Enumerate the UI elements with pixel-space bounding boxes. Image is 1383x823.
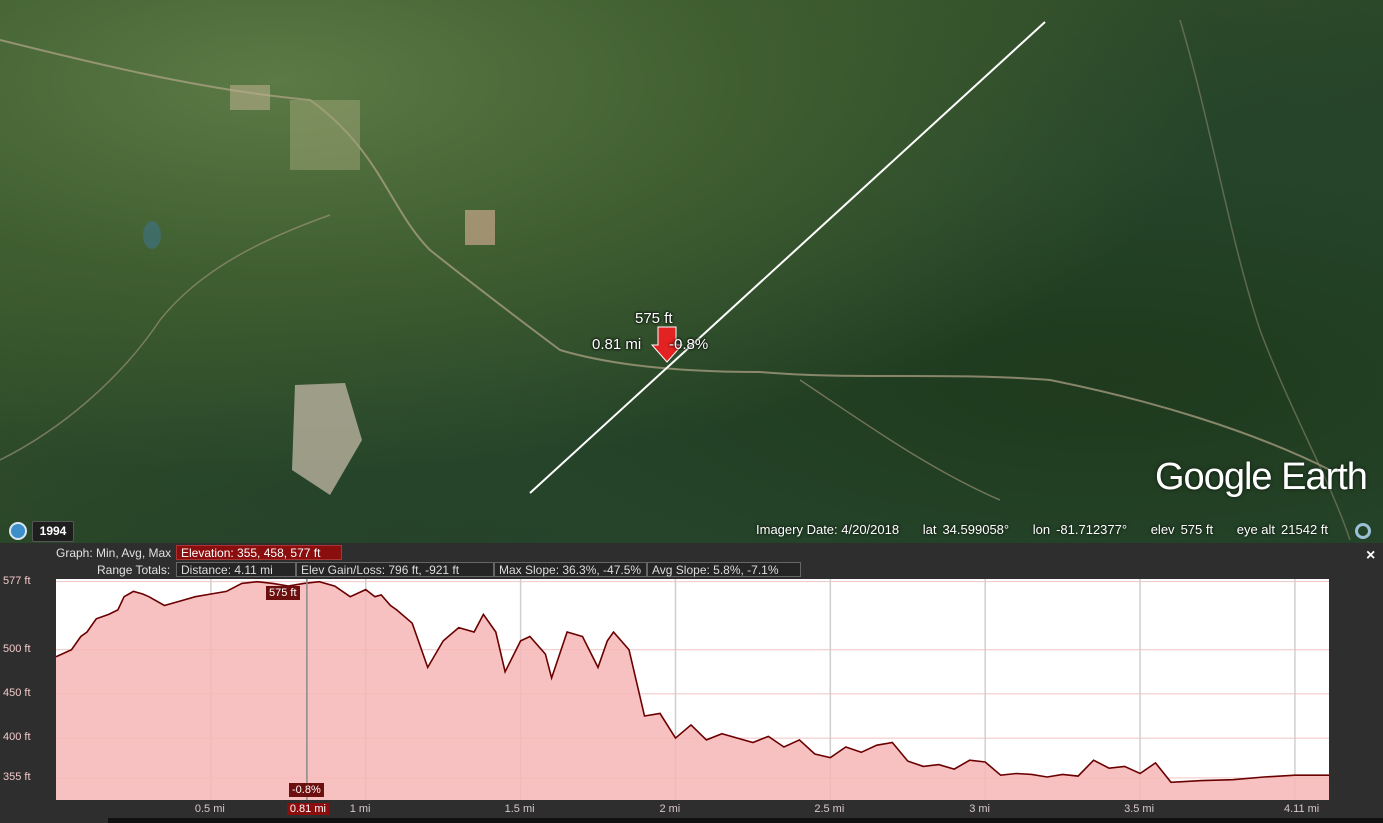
lon-value: -81.712377° xyxy=(1056,522,1128,537)
y-tick-label: 450 ft xyxy=(3,686,31,699)
marker-slope-label: -0.8% xyxy=(669,336,709,353)
x-tick-label: 4.11 mi xyxy=(1284,803,1320,815)
elev-label: elev xyxy=(1150,522,1175,537)
avg-slope-stat[interactable]: Avg Slope: 5.8%, -7.1% xyxy=(647,562,801,577)
bottom-scrollbar[interactable] xyxy=(108,818,1383,823)
historical-imagery-clock-icon[interactable] xyxy=(9,522,27,540)
elevation-stat[interactable]: Elevation: 355, 458, 577 ft xyxy=(176,545,342,560)
x-tick-label: 2 mi xyxy=(659,803,681,815)
marker-distance-label: 0.81 mi xyxy=(592,336,642,353)
x-tick-label: 2.5 mi xyxy=(814,803,845,815)
elevation-profile-chart[interactable] xyxy=(55,579,1329,800)
lon-label: lon xyxy=(1032,522,1051,537)
cursor-distance-tag: 0.81 mi xyxy=(286,803,329,815)
max-slope-stat[interactable]: Max Slope: 36.3%, -47.5% xyxy=(494,562,647,577)
graph-label: Graph: Min, Avg, Max xyxy=(56,546,172,560)
lat-label: lat xyxy=(922,522,937,537)
navigation-ring-icon[interactable] xyxy=(1355,523,1371,539)
map-view[interactable]: 575 ft 0.81 mi -0.8% Google Earth 1994 I… xyxy=(0,0,1383,543)
google-earth-logo: Google Earth xyxy=(1155,456,1368,498)
cursor-slope-tag: -0.8% xyxy=(289,783,324,797)
y-tick-label: 400 ft xyxy=(3,731,31,744)
eye-alt-label: eye alt xyxy=(1236,522,1276,537)
range-totals-label: Range Totals: xyxy=(97,563,171,577)
elev-gain-loss-stat[interactable]: Elev Gain/Loss: 796 ft, -921 ft xyxy=(296,562,494,577)
historical-imagery-year-badge[interactable]: 1994 xyxy=(32,521,74,542)
cursor-elevation-tag: 575 ft xyxy=(266,586,300,600)
x-tick-label: 3.5 mi xyxy=(1124,803,1155,815)
clearing xyxy=(465,210,495,245)
dirt-road xyxy=(799,379,1001,501)
marker-elevation-label: 575 ft xyxy=(635,310,673,327)
x-tick-label: 1 mi xyxy=(349,803,371,815)
clearing xyxy=(290,100,360,170)
x-tick-label: 1.5 mi xyxy=(504,803,535,815)
clearing xyxy=(230,85,270,110)
dirt-road xyxy=(0,214,331,461)
x-tick-label: 0.5 mi xyxy=(194,803,225,815)
y-tick-label: 500 ft xyxy=(3,642,31,655)
close-profile-button[interactable]: × xyxy=(1366,547,1375,565)
elev-value: 575 ft xyxy=(1180,522,1214,537)
imagery-date: Imagery Date: 4/20/2018 xyxy=(756,522,900,537)
pond xyxy=(143,221,161,249)
path-line xyxy=(529,21,1046,494)
lat-value: 34.599058° xyxy=(942,522,1010,537)
dirt-road xyxy=(0,39,1331,471)
clearing xyxy=(292,383,362,495)
elevation-area xyxy=(56,581,1329,800)
elevation-profile-svg xyxy=(55,579,1329,800)
y-tick-label: 577 ft xyxy=(3,574,31,587)
status-bar: Imagery Date: 4/20/2018 lat 34.599058° lo… xyxy=(756,522,1334,537)
x-tick-label: 3 mi xyxy=(969,803,990,815)
y-tick-label: 355 ft xyxy=(3,770,31,783)
eye-alt-value: 21542 ft xyxy=(1281,522,1329,537)
distance-stat[interactable]: Distance: 4.11 mi xyxy=(176,562,296,577)
